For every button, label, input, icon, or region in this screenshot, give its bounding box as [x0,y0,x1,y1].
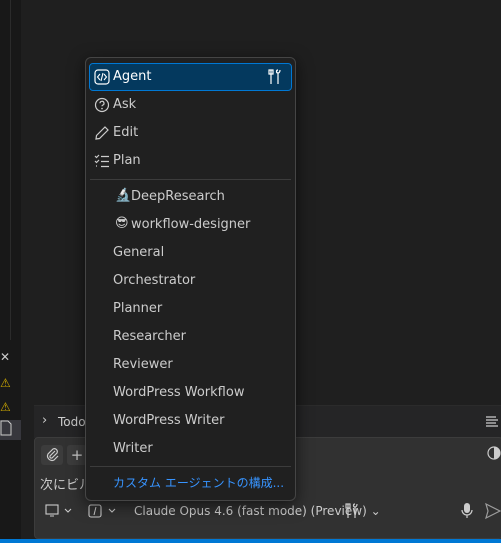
menu-item-label: General [113,245,165,260]
attach-button[interactable] [41,445,63,465]
target-picker[interactable] [45,500,75,522]
checklist-icon [94,154,109,168]
menu-item-label: Agent [113,69,152,84]
menu-item-writer[interactable]: Writer [90,436,291,462]
menu-item-label: Ask [113,97,137,112]
menu-item-label: WordPress Writer [113,413,225,428]
menu-item-label: Researcher [113,329,186,344]
add-context-button[interactable]: + [67,445,87,465]
chevron-right-icon[interactable]: › [42,414,56,428]
menu-item-researcher[interactable]: Researcher [90,324,291,350]
todo-label: Todo [58,415,86,429]
configure-custom-agents-link[interactable]: カスタム エージェントの構成... [113,474,284,491]
send-icon [485,502,501,520]
menu-item-general[interactable]: General [90,240,291,266]
microscope-icon: 🔬 [115,188,132,203]
warning-icon: ⚠ [0,400,11,414]
paperclip-icon [46,448,59,462]
microphone-button[interactable] [460,502,474,524]
menu-item-plan[interactable]: Plan [90,148,291,174]
mode-picker[interactable] [88,500,120,522]
pencil-icon [95,126,109,140]
chat-toolbar: Claude Opus 4.6 (fast mode) (Preview) ⌄ [34,500,501,524]
menu-item-edit[interactable]: Edit [90,120,291,146]
close-icon[interactable]: ✕ [0,348,21,366]
menu-item-orchestrator[interactable]: Orchestrator [90,268,291,294]
monitor-icon [45,504,72,517]
menu-item-label: Edit [113,125,139,140]
contrast-icon[interactable] [487,446,501,460]
menu-divider [90,466,291,467]
menu-item-label: Orchestrator [113,273,196,288]
menu-item-label: Planner [113,301,163,316]
menu-divider [90,179,291,180]
send-button[interactable] [485,502,501,524]
status-bar [0,539,501,543]
mode-dropdown-menu: Agent Ask Edit Plan 🔬 DeepResearch 😎 wor… [85,57,296,501]
sunglasses-icon: 😎 [115,216,129,231]
model-label: Claude Opus 4.6 (fast mode) (Preview) [134,504,367,518]
chevron-down-icon: ⌄ [370,504,381,518]
tools-icon [345,503,358,518]
microphone-icon [461,503,473,518]
menu-item-deepresearch[interactable]: 🔬 DeepResearch [90,184,291,210]
menu-item-wordpress-workflow[interactable]: WordPress Workflow [90,380,291,406]
menu-item-wordpress-writer[interactable]: WordPress Writer [90,408,291,434]
file-icon[interactable] [0,420,21,440]
menu-item-reviewer[interactable]: Reviewer [90,352,291,378]
menu-item-agent[interactable]: Agent [89,63,292,91]
menu-item-label: Plan [113,153,141,168]
gutter-divider [10,0,11,340]
clear-list-icon[interactable] [485,414,499,428]
tools-button[interactable] [343,502,361,524]
left-gutter [0,0,21,543]
question-icon [94,97,110,113]
menu-item-label: Reviewer [113,357,173,372]
menu-item-label: DeepResearch [131,189,225,204]
agent-icon [94,69,110,85]
menu-item-ask[interactable]: Ask [90,92,291,118]
tools-icon[interactable] [267,69,283,85]
agent-icon [88,504,116,518]
menu-item-workflow-designer[interactable]: 😎 workflow-designer [90,212,291,238]
menu-item-label: Writer [113,441,153,456]
menu-item-label: WordPress Workflow [113,385,245,400]
menu-item-planner[interactable]: Planner [90,296,291,322]
warning-icon: ⚠ [0,376,11,390]
menu-item-label: workflow-designer [131,217,251,232]
